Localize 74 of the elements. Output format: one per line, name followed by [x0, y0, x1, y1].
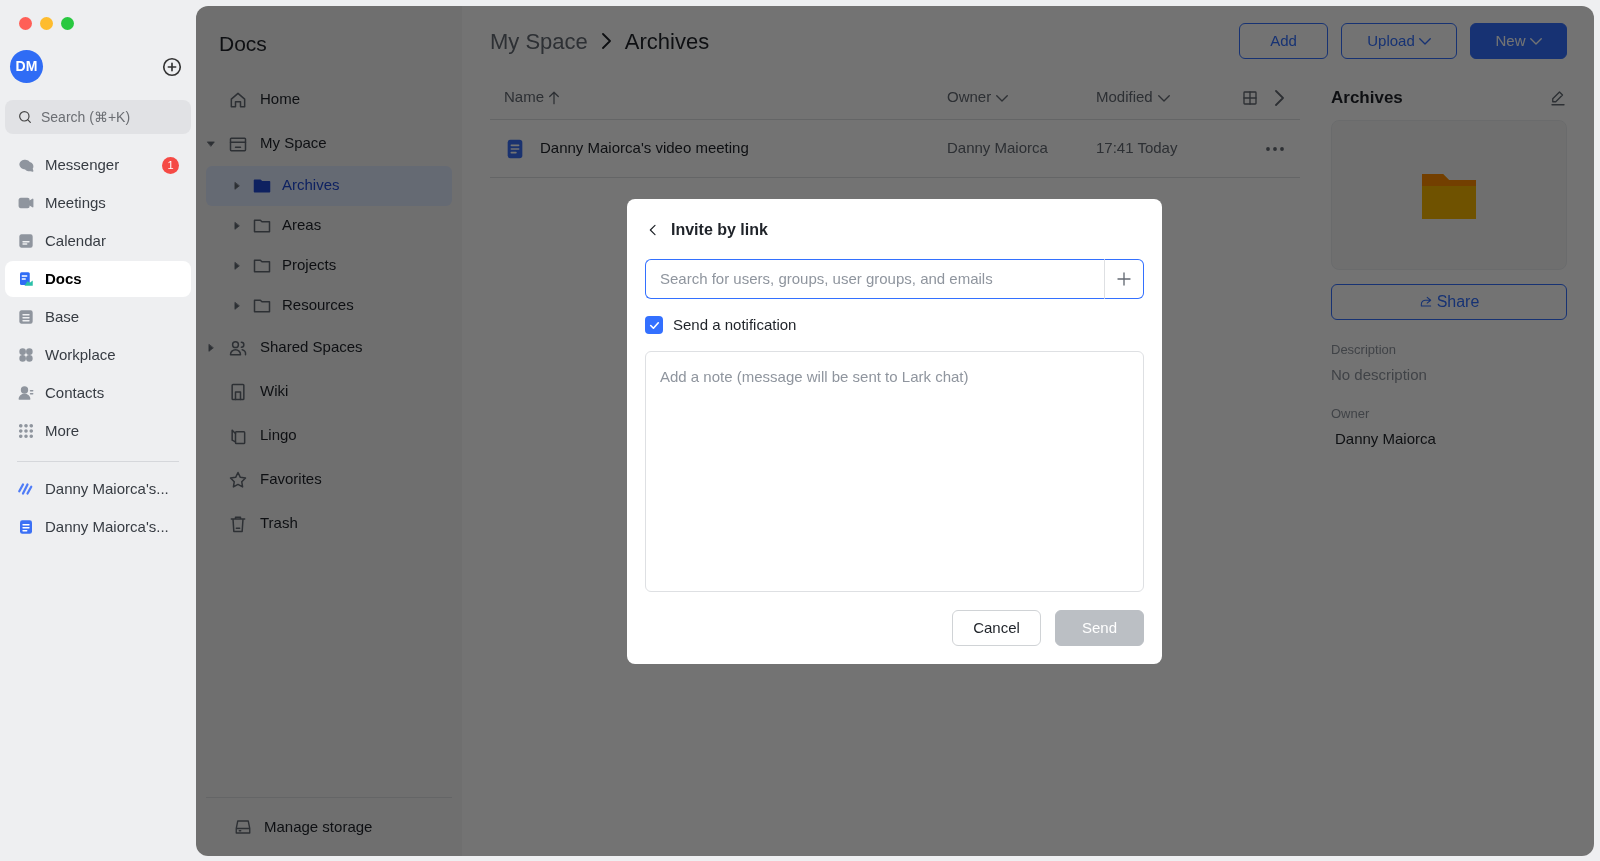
- toolbar-button[interactable]: New: [1470, 23, 1567, 59]
- caret-down-icon: [206, 138, 216, 149]
- tree-item[interactable]: Wiki: [206, 369, 452, 414]
- manage-storage-link[interactable]: Manage storage: [206, 798, 452, 856]
- toolbar-button[interactable]: Add: [1239, 23, 1328, 59]
- pen-strokes-icon: [17, 480, 35, 498]
- grid-view-icon: [1241, 88, 1259, 107]
- drive-icon: [234, 818, 252, 836]
- tree-item[interactable]: Archives: [206, 165, 452, 206]
- tree-item[interactable]: Projects: [206, 245, 452, 286]
- breadcrumb-item[interactable]: My Space: [490, 24, 588, 58]
- window-control[interactable]: [19, 17, 32, 30]
- caret-right-icon: [232, 300, 242, 311]
- nav-item[interactable]: Calendar: [5, 223, 191, 259]
- table-cell-text: Danny Maiorca: [947, 138, 1049, 159]
- caret-right-icon: [206, 342, 216, 353]
- field-value: Danny Maiorca: [1334, 428, 1437, 449]
- tree-item[interactable]: Home: [206, 77, 452, 122]
- file-row[interactable]: Danny Maiorca's video meeting Danny Maiorca 17:41 Today: [490, 120, 1300, 178]
- recent-item[interactable]: Danny Maiorca's...: [5, 508, 191, 546]
- tree-item[interactable]: Trash: [206, 501, 452, 546]
- caret-right-icon: [232, 220, 242, 231]
- grid-icon: [17, 346, 35, 364]
- share-button[interactable]: Share: [1331, 284, 1567, 320]
- caret-right-icon: [232, 260, 242, 271]
- dialog-title: Invite by link: [671, 219, 768, 240]
- person-icon: [17, 384, 35, 402]
- star-icon: [228, 469, 248, 490]
- column-header[interactable]: Name: [504, 86, 559, 109]
- search-field[interactable]: Search for users, groups, user groups, and emails: [645, 259, 1104, 299]
- window-control[interactable]: [61, 17, 74, 30]
- caret-right-icon: [232, 180, 242, 191]
- dots-icon: [17, 422, 35, 440]
- tree-item[interactable]: Shared Spaces: [206, 325, 452, 370]
- add-icon: [1115, 270, 1133, 288]
- edit-icon: [1549, 89, 1567, 107]
- breadcrumb-item: Archives: [624, 27, 710, 56]
- more-icon: [1266, 146, 1284, 151]
- window-control[interactable]: [40, 17, 53, 30]
- nav-item[interactable]: Docs: [5, 261, 191, 297]
- chevron-right-icon: [1275, 89, 1284, 106]
- file-name: Danny Maiorca's video meeting: [540, 138, 749, 159]
- column-header[interactable]: Owner: [947, 86, 1009, 109]
- toolbar-button[interactable]: Upload: [1341, 23, 1457, 59]
- tree-item[interactable]: Favorites: [206, 457, 452, 502]
- search-icon: [17, 109, 33, 125]
- nav-item[interactable]: Meetings: [5, 185, 191, 221]
- dialog-button[interactable]: Cancel: [952, 610, 1041, 646]
- add-button[interactable]: [1104, 259, 1144, 299]
- add-icon: [161, 55, 183, 78]
- nav-item[interactable]: Base: [5, 299, 191, 335]
- nav-item[interactable]: Messenger 1: [5, 147, 191, 183]
- document-icon: [17, 518, 35, 536]
- tree-item[interactable]: Resources: [206, 285, 452, 326]
- share-icon: [1418, 295, 1433, 309]
- checkbox-label[interactable]: Send a notification: [673, 313, 797, 337]
- tree-item[interactable]: Lingo: [206, 413, 452, 458]
- nav-item[interactable]: More: [5, 413, 191, 449]
- recent-item[interactable]: Danny Maiorca's...: [5, 470, 191, 508]
- avatar[interactable]: DM: [10, 50, 43, 83]
- column-header[interactable]: Modified: [1096, 86, 1170, 109]
- tree-item[interactable]: My Space: [206, 121, 452, 166]
- chevron-right-icon: [601, 33, 611, 49]
- unread-badge: 1: [162, 156, 179, 174]
- note-field[interactable]: Add a note (message will be sent to Lark chat): [645, 351, 1144, 592]
- tree-item[interactable]: Areas: [206, 205, 452, 246]
- nav-item[interactable]: Workplace: [5, 337, 191, 373]
- nav-item[interactable]: Contacts: [5, 375, 191, 411]
- table-cell-text: 17:41 Today: [1096, 138, 1179, 159]
- checkbox[interactable]: [645, 316, 663, 334]
- docs-icon: [17, 270, 35, 288]
- panel-title: Docs: [218, 31, 268, 57]
- panel-title: Archives: [1331, 87, 1403, 110]
- search-field[interactable]: Search (⌘+K): [5, 100, 191, 134]
